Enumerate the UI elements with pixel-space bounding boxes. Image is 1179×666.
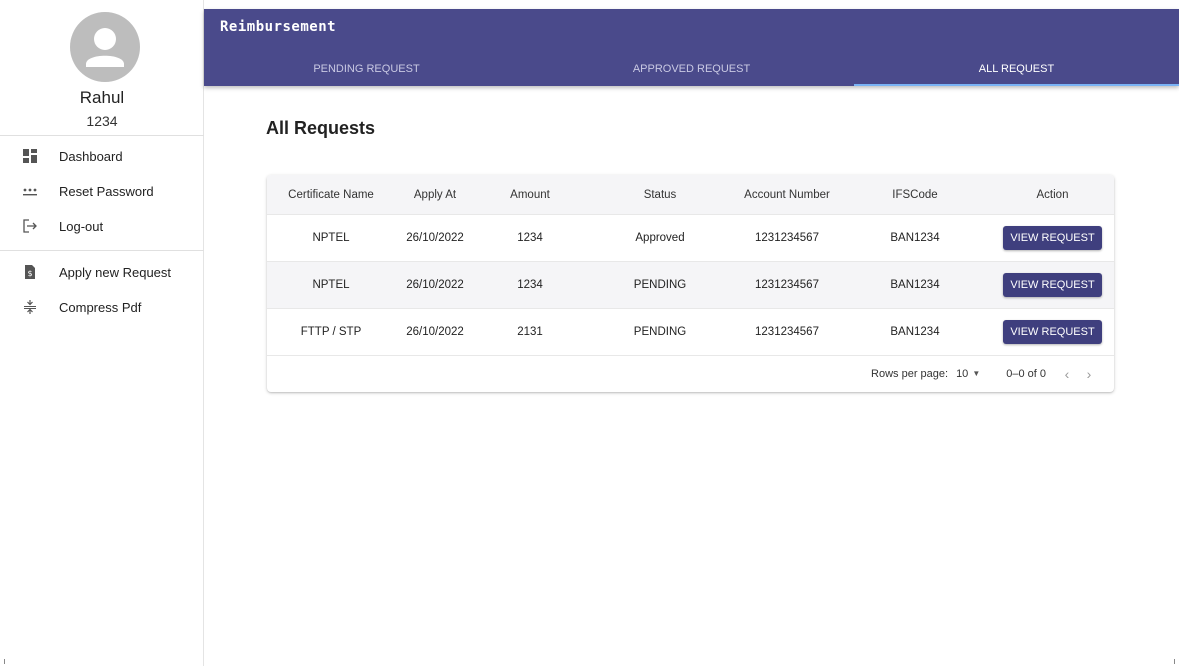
- column-header: Action: [1036, 188, 1069, 201]
- column-header: Certificate Name: [288, 188, 374, 201]
- table-pagination: Rows per page: 10 ▼ 0–0 of 0 ‹ ›: [267, 355, 1114, 392]
- sidebar-item-apply-new-request[interactable]: $ Apply new Request: [0, 257, 203, 287]
- account-number-cell: 1231234567: [755, 232, 819, 244]
- sidebar: Rahul 1234 Dashboard Reset Password Log-…: [0, 0, 204, 666]
- compress-icon: [22, 299, 38, 315]
- rows-per-page-value: 10: [956, 367, 969, 380]
- certificate-name-cell: FTTP / STP: [300, 326, 362, 338]
- table-header-row: Certificate Name Apply At Amount Status …: [267, 175, 1114, 215]
- page-range: 0–0 of 0: [1006, 367, 1046, 380]
- requests-table: Certificate Name Apply At Amount Status …: [267, 175, 1114, 392]
- user-icon: [86, 28, 124, 67]
- amount-cell: 1234: [517, 279, 543, 291]
- sidebar-item-compress-pdf[interactable]: Compress Pdf: [0, 292, 203, 322]
- status-cell: Approved: [635, 232, 685, 244]
- action-cell: VIEW REQUEST: [991, 320, 1114, 344]
- previous-page-button[interactable]: ‹: [1056, 366, 1078, 382]
- action-cell: VIEW REQUEST: [991, 273, 1114, 297]
- apply-at-cell: 26/10/2022: [406, 326, 464, 338]
- view-request-button[interactable]: VIEW REQUEST: [1003, 320, 1102, 344]
- column-header: Apply At: [413, 188, 457, 201]
- user-id: 1234: [86, 113, 118, 129]
- action-cell: VIEW REQUEST: [991, 226, 1114, 250]
- ifsc-cell: BAN1234: [890, 326, 940, 338]
- tab-all-request[interactable]: ALL REQUEST: [854, 53, 1179, 86]
- account-number-cell: 1231234567: [755, 326, 819, 338]
- status-cell: PENDING: [633, 326, 687, 338]
- table-row: NPTEL 26/10/2022 1234 PENDING 1231234567…: [267, 262, 1114, 309]
- tab-pending-request[interactable]: PENDING REQUEST: [204, 53, 529, 86]
- password-icon: [22, 183, 38, 199]
- dashboard-icon: [22, 148, 38, 164]
- amount-cell: 1234: [517, 232, 543, 244]
- view-request-button[interactable]: VIEW REQUEST: [1003, 273, 1102, 297]
- amount-cell: 2131: [517, 326, 543, 338]
- column-header: Amount: [510, 188, 550, 201]
- sidebar-item-logout[interactable]: Log-out: [0, 211, 203, 241]
- column-header: IFSCode: [892, 188, 938, 201]
- rows-per-page-label: Rows per page:: [871, 367, 949, 380]
- tab-approved-request[interactable]: APPROVED REQUEST: [529, 53, 854, 86]
- sidebar-item-label: Reset Password: [59, 183, 154, 199]
- view-request-button[interactable]: VIEW REQUEST: [1003, 226, 1102, 250]
- status-cell: PENDING: [633, 279, 687, 291]
- sidebar-item-label: Log-out: [59, 218, 104, 234]
- ifsc-cell: BAN1234: [890, 279, 940, 291]
- ifsc-cell: BAN1234: [890, 232, 940, 244]
- caret-down-icon: ▼: [972, 369, 981, 378]
- apply-at-cell: 26/10/2022: [406, 232, 464, 244]
- window-corner-mark: [4, 659, 5, 664]
- app-title: Reimbursement: [220, 19, 337, 35]
- table-row: FTTP / STP 26/10/2022 2131 PENDING 12312…: [267, 309, 1114, 356]
- sidebar-item-reset-password[interactable]: Reset Password: [0, 176, 203, 206]
- sidebar-divider: [0, 250, 204, 251]
- sidebar-item-label: Dashboard: [59, 148, 123, 164]
- account-number-cell: 1231234567: [755, 279, 819, 291]
- certificate-name-cell: NPTEL: [312, 279, 350, 291]
- sidebar-item-label: Apply new Request: [59, 264, 172, 280]
- window-corner-mark: [1174, 659, 1175, 664]
- tab-bar: PENDING REQUEST APPROVED REQUEST ALL REQ…: [204, 53, 1179, 86]
- sidebar-item-dashboard[interactable]: Dashboard: [0, 141, 203, 171]
- app-bar: Reimbursement PENDING REQUEST APPROVED R…: [204, 9, 1179, 86]
- sidebar-item-label: Compress Pdf: [59, 299, 142, 315]
- user-name: Rahul: [79, 88, 125, 107]
- apply-at-cell: 26/10/2022: [406, 279, 464, 291]
- column-header: Status: [643, 188, 677, 201]
- next-page-button[interactable]: ›: [1078, 366, 1100, 382]
- file-dollar-icon: $: [22, 264, 38, 280]
- page-title: All Requests: [266, 118, 376, 138]
- column-header: Account Number: [744, 188, 830, 201]
- logout-icon: [22, 218, 38, 234]
- sidebar-divider: [0, 135, 204, 136]
- rows-per-page-select[interactable]: 10 ▼: [956, 368, 980, 380]
- certificate-name-cell: NPTEL: [312, 232, 350, 244]
- avatar: [70, 12, 140, 82]
- svg-text:$: $: [27, 269, 32, 278]
- table-row: NPTEL 26/10/2022 1234 Approved 123123456…: [267, 215, 1114, 262]
